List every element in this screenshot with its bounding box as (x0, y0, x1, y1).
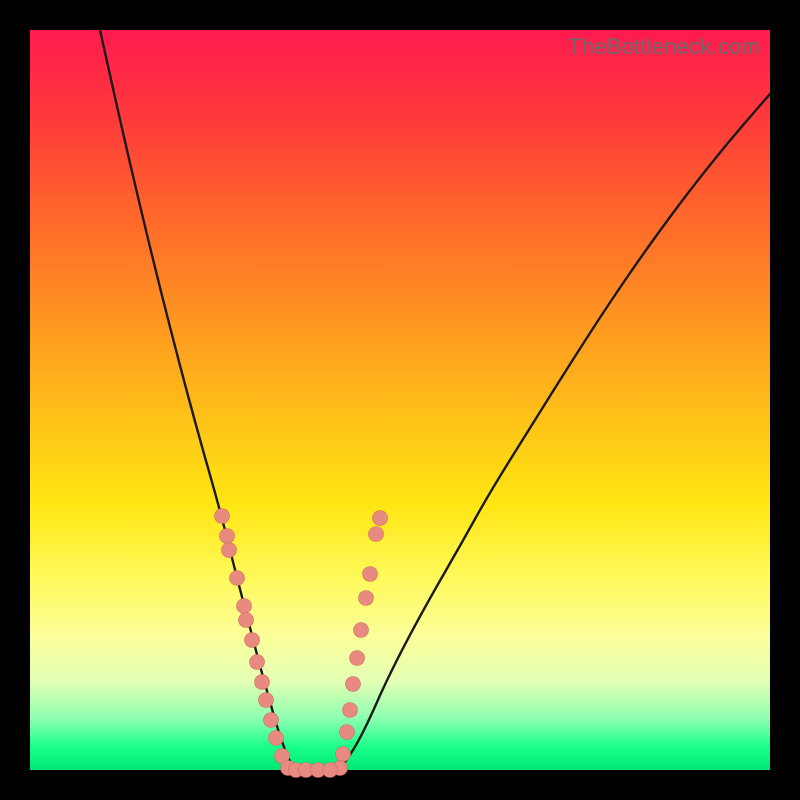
data-point (245, 633, 260, 648)
data-point (230, 571, 245, 586)
curve-layer (30, 30, 770, 770)
data-point (222, 543, 237, 558)
plot-area: TheBottleneck.com (30, 30, 770, 770)
data-point (259, 693, 274, 708)
data-point (250, 655, 265, 670)
data-point (369, 527, 384, 542)
data-point (336, 747, 351, 762)
chart-frame: TheBottleneck.com (0, 0, 800, 800)
data-point (373, 511, 388, 526)
data-point (363, 567, 378, 582)
data-point (323, 763, 338, 778)
data-point (354, 623, 369, 638)
data-point (346, 677, 361, 692)
data-point (215, 509, 230, 524)
data-point (220, 529, 235, 544)
data-point (359, 591, 374, 606)
left-curve (100, 30, 296, 770)
data-point (350, 651, 365, 666)
right-curve (338, 94, 770, 770)
data-point (237, 599, 252, 614)
data-point (264, 713, 279, 728)
data-point (255, 675, 270, 690)
data-point (239, 613, 254, 628)
data-point (343, 703, 358, 718)
data-point (269, 731, 284, 746)
data-point (340, 725, 355, 740)
